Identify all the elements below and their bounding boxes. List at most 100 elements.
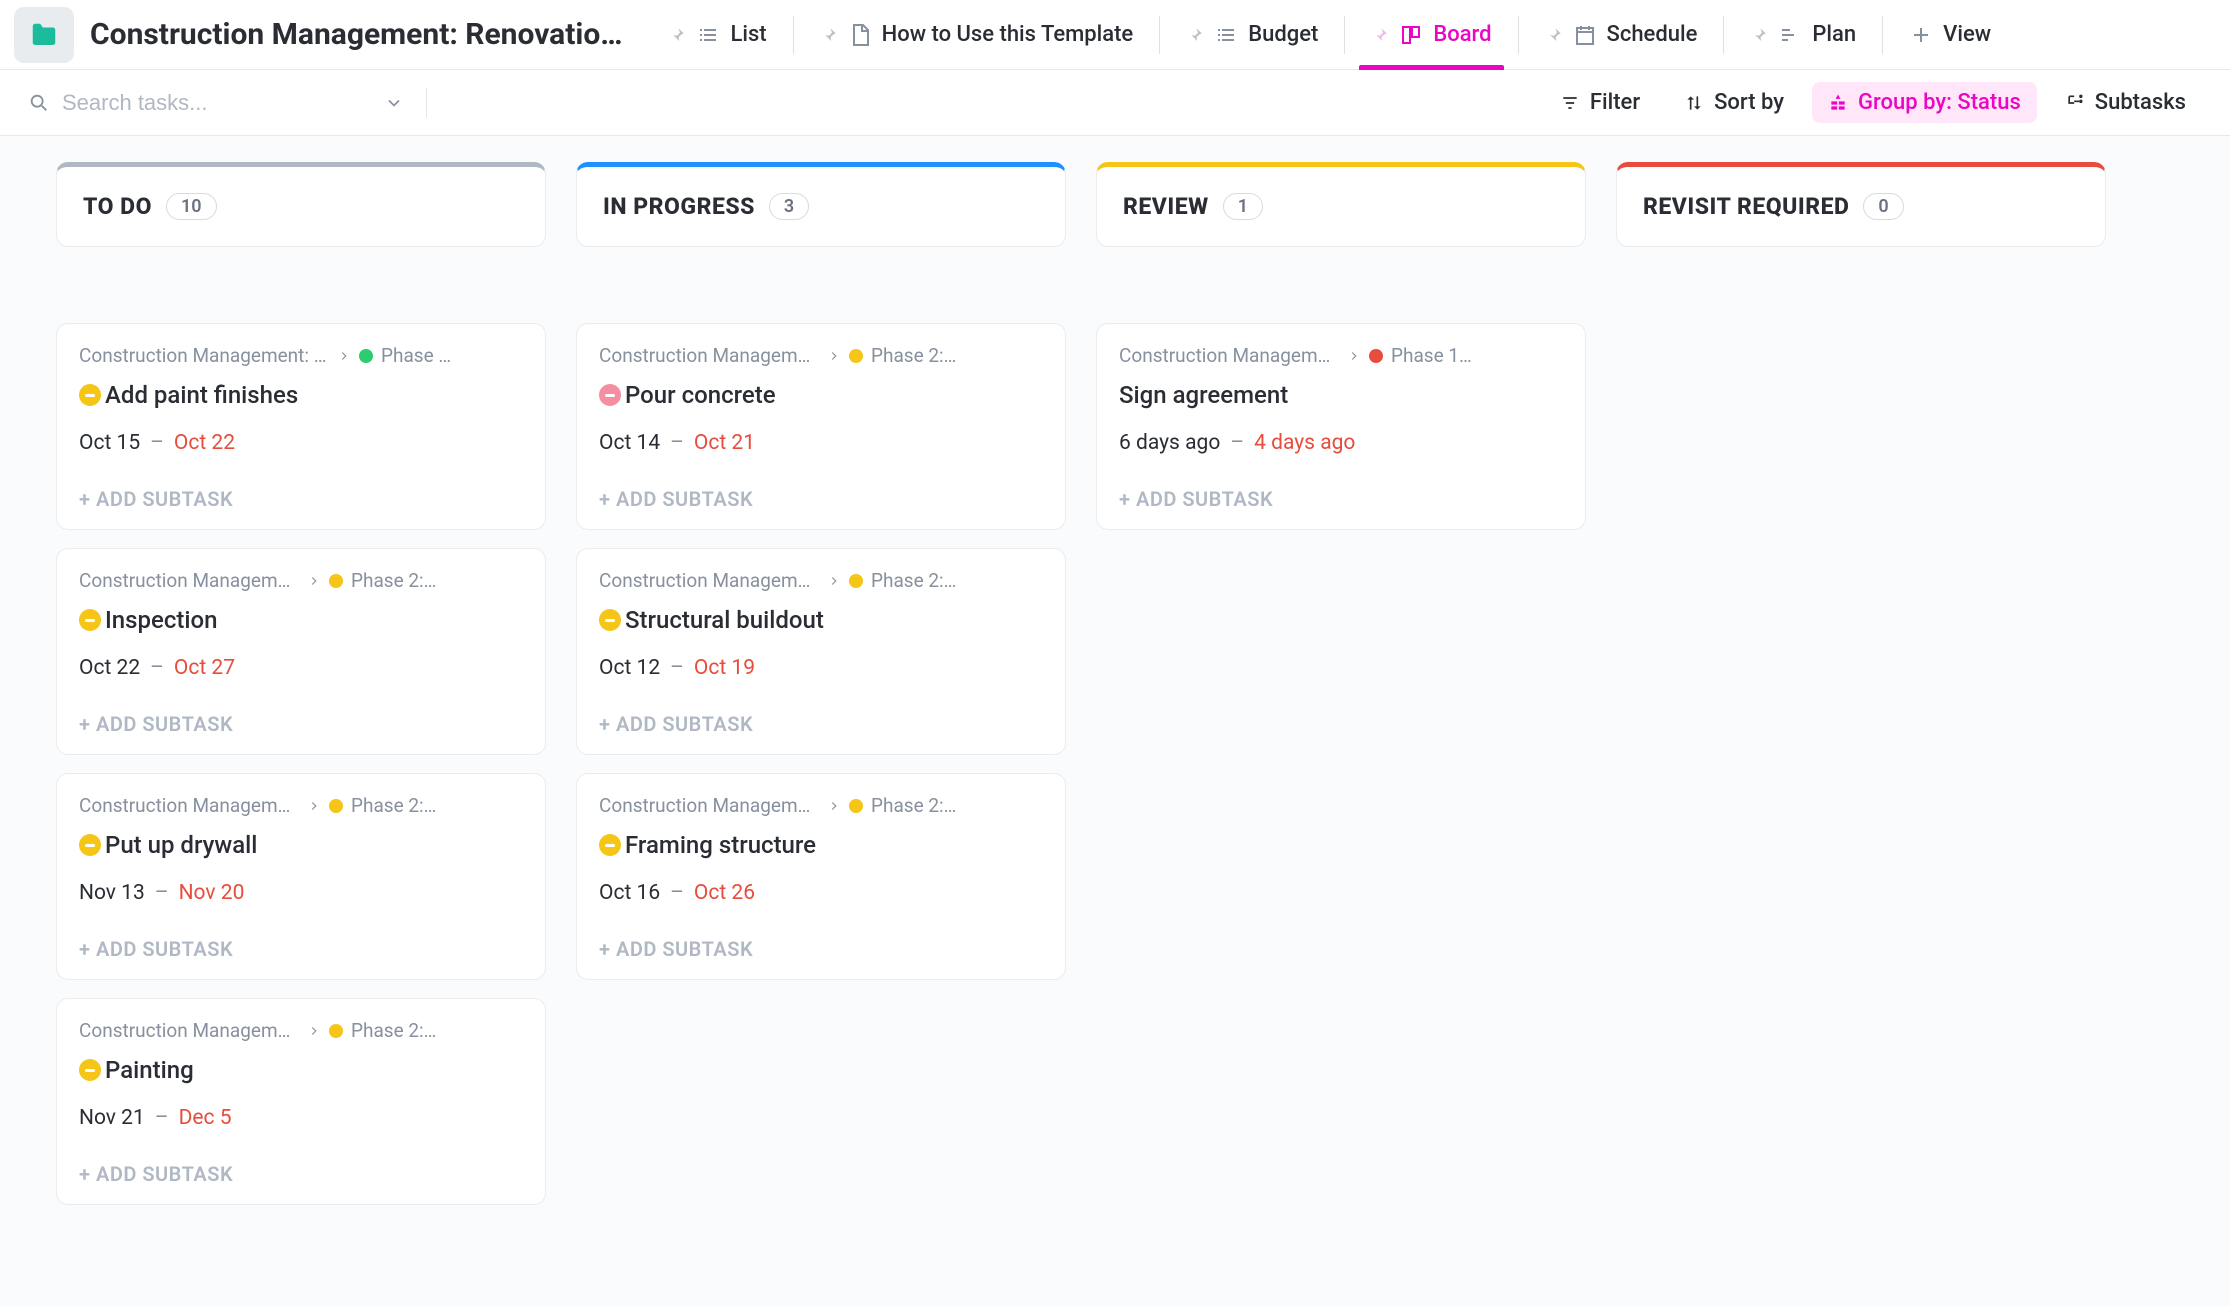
due-date: Oct 21 [694, 431, 755, 455]
tab-schedule[interactable]: Schedule [1519, 0, 1724, 70]
chevron-right-icon [827, 574, 841, 588]
task-card[interactable]: Construction Management: R… Phase 2:… Fram… [576, 773, 1066, 980]
sort-icon [1684, 93, 1704, 113]
breadcrumb-project[interactable]: Construction Management: R… [79, 794, 299, 817]
tab-list[interactable]: List [642, 0, 792, 70]
breadcrumb-project[interactable]: Construction Management: R… [599, 344, 819, 367]
column-header[interactable]: TO DO10 [56, 162, 546, 247]
breadcrumb-project[interactable]: Construction Management: R… [599, 569, 819, 592]
task-dates[interactable]: Oct 12–Oct 19 [599, 656, 1043, 680]
priority-icon [599, 384, 621, 406]
tab-view[interactable]: View [1883, 0, 2017, 70]
column-count: 0 [1863, 193, 1903, 220]
sort-button[interactable]: Sort by [1668, 82, 1800, 123]
breadcrumb-phase[interactable]: Phase 2:… [849, 569, 956, 592]
task-title[interactable]: Structural buildout [599, 606, 1043, 634]
breadcrumb-project[interactable]: Construction Management: Ren… [1119, 344, 1339, 367]
chevron-down-icon[interactable] [384, 93, 404, 113]
breadcrumb-phase[interactable]: Phase 2:… [849, 794, 956, 817]
filter-button[interactable]: Filter [1544, 82, 1656, 123]
breadcrumb-project[interactable]: Construction Management: Ren… [79, 344, 329, 367]
pin-icon [668, 26, 686, 44]
tab-board[interactable]: Board [1345, 0, 1517, 70]
task-card[interactable]: Construction Management: R… Phase 2:… Put … [56, 773, 546, 980]
column-count: 1 [1223, 193, 1263, 220]
chevron-right-icon [307, 574, 321, 588]
add-subtask-button[interactable]: ADD SUBTASK [599, 937, 1043, 961]
column-header[interactable]: REVIEW1 [1096, 162, 1586, 247]
task-dates[interactable]: Nov 13–Nov 20 [79, 881, 523, 905]
task-title[interactable]: Add paint finishes [79, 381, 523, 409]
task-title[interactable]: Inspection [79, 606, 523, 634]
task-title-text: Pour concrete [625, 381, 776, 409]
subtasks-icon [2065, 93, 2085, 113]
add-subtask-button[interactable]: ADD SUBTASK [79, 1162, 523, 1186]
task-dates[interactable]: Nov 21–Dec 5 [79, 1106, 523, 1130]
task-dates[interactable]: 6 days ago–4 days ago [1119, 431, 1563, 455]
page-title[interactable]: Construction Management: Renovatio… [90, 17, 622, 52]
breadcrumb-phase[interactable]: Phase … [359, 344, 451, 367]
task-title-text: Framing structure [625, 831, 816, 859]
view-tabs: ListHow to Use this TemplateBudgetBoardS… [642, 0, 2017, 70]
breadcrumb-project[interactable]: Construction Management: R… [79, 569, 299, 592]
tab-budget[interactable]: Budget [1160, 0, 1344, 70]
phase-status-dot [849, 574, 863, 588]
add-subtask-button[interactable]: ADD SUBTASK [79, 937, 523, 961]
task-dates[interactable]: Oct 15–Oct 22 [79, 431, 523, 455]
add-subtask-button[interactable]: ADD SUBTASK [79, 487, 523, 511]
task-card[interactable]: Construction Management: R… Phase 2:… Insp… [56, 548, 546, 755]
start-date: 6 days ago [1119, 431, 1220, 455]
tab-plan[interactable]: Plan [1724, 0, 1882, 70]
add-subtask-button[interactable]: ADD SUBTASK [79, 712, 523, 736]
calendar-icon [1573, 23, 1597, 47]
column-header[interactable]: IN PROGRESS3 [576, 162, 1066, 247]
task-card[interactable]: Construction Management: R… Phase 2:… Pour… [576, 323, 1066, 530]
breadcrumb: Construction Management: Ren… Phase … [79, 344, 523, 367]
filter-label: Filter [1590, 90, 1640, 115]
task-title[interactable]: Put up drywall [79, 831, 523, 859]
pin-icon [820, 26, 838, 44]
breadcrumb-project[interactable]: Construction Management: R… [599, 794, 819, 817]
add-subtask-button[interactable]: ADD SUBTASK [599, 712, 1043, 736]
task-dates[interactable]: Oct 14–Oct 21 [599, 431, 1043, 455]
breadcrumb: Construction Management: R… Phase 2:… [599, 344, 1043, 367]
search-input[interactable] [62, 90, 362, 116]
folder-icon[interactable] [14, 7, 74, 63]
date-separator: – [150, 656, 164, 680]
phase-status-dot [849, 799, 863, 813]
task-title[interactable]: Pour concrete [599, 381, 1043, 409]
breadcrumb-phase[interactable]: Phase 2:… [329, 794, 436, 817]
subtasks-button[interactable]: Subtasks [2049, 82, 2202, 123]
task-dates[interactable]: Oct 22–Oct 27 [79, 656, 523, 680]
task-card[interactable]: Construction Management: Ren… Phase 1… Sig… [1096, 323, 1586, 530]
breadcrumb-phase[interactable]: Phase 2:… [329, 1019, 436, 1042]
start-date: Oct 15 [79, 431, 140, 455]
task-title[interactable]: Painting [79, 1056, 523, 1084]
column-header[interactable]: REVISIT REQUIRED0 [1616, 162, 2106, 247]
task-card[interactable]: Construction Management: R… Phase 2:… Stru… [576, 548, 1066, 755]
task-title[interactable]: Framing structure [599, 831, 1043, 859]
groupby-button[interactable]: Group by: Status [1812, 82, 2037, 123]
column-revisit-required: REVISIT REQUIRED0 [1616, 162, 2106, 305]
add-subtask-button[interactable]: ADD SUBTASK [1119, 487, 1563, 511]
breadcrumb-project[interactable]: Construction Management: R… [79, 1019, 299, 1042]
date-separator: – [670, 656, 684, 680]
breadcrumb-phase[interactable]: Phase 1… [1369, 344, 1472, 367]
tab-label: View [1943, 22, 1991, 47]
due-date: Oct 22 [174, 431, 235, 455]
date-separator: – [155, 1106, 169, 1130]
breadcrumb-phase[interactable]: Phase 2:… [849, 344, 956, 367]
add-subtask-button[interactable]: ADD SUBTASK [599, 487, 1043, 511]
list-icon [1214, 23, 1238, 47]
column-to-do: TO DO10 Construction Management: Ren… Phas… [56, 162, 546, 1205]
task-dates[interactable]: Oct 16–Oct 26 [599, 881, 1043, 905]
breadcrumb-phase[interactable]: Phase 2:… [329, 569, 436, 592]
tab-how-to-use-this-template[interactable]: How to Use this Template [794, 0, 1160, 70]
start-date: Oct 16 [599, 881, 660, 905]
task-title[interactable]: Sign agreement [1119, 381, 1563, 409]
column-count: 3 [769, 193, 809, 220]
task-card[interactable]: Construction Management: R… Phase 2:… Pain… [56, 998, 546, 1205]
task-card[interactable]: Construction Management: Ren… Phase … Add … [56, 323, 546, 530]
search-box[interactable] [28, 90, 404, 116]
start-date: Oct 22 [79, 656, 140, 680]
